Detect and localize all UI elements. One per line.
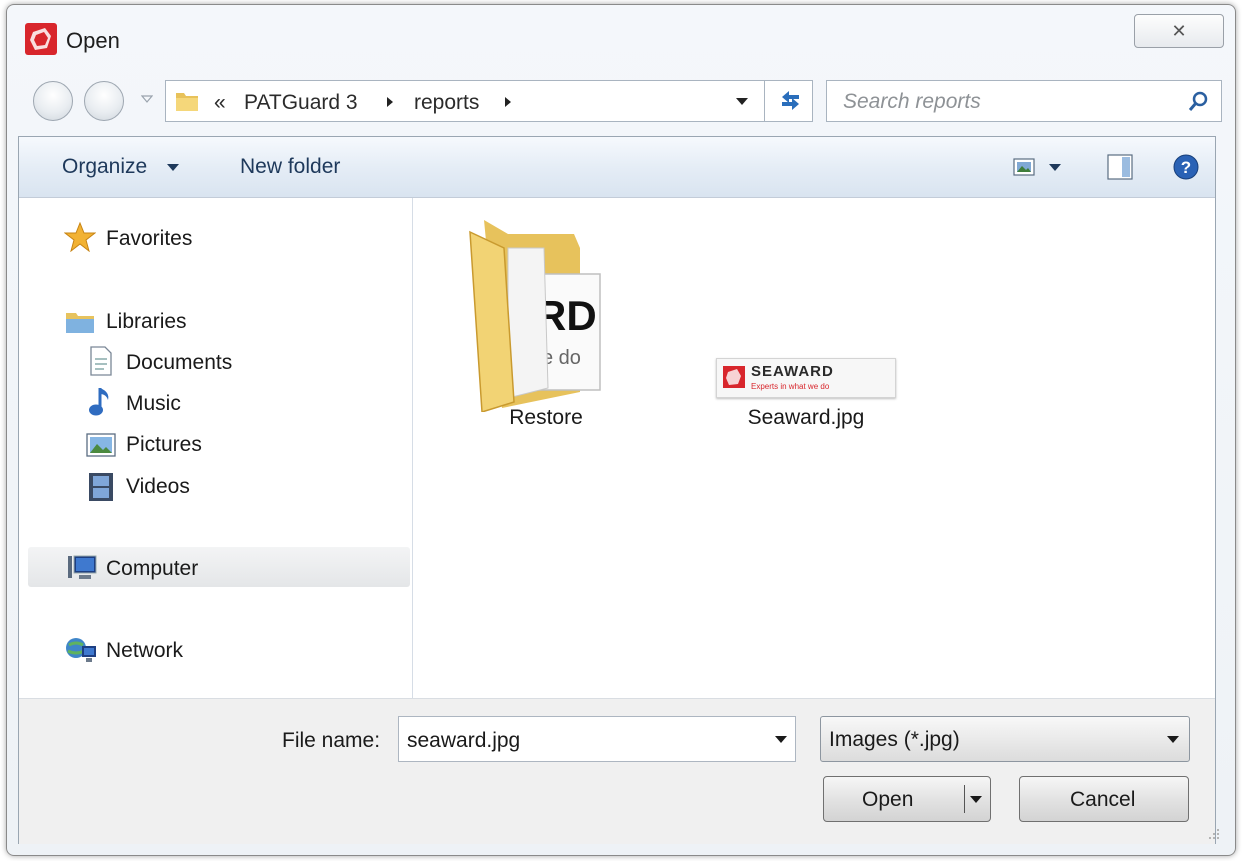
nav-pictures[interactable]: Pictures: [126, 433, 202, 457]
file-item-restore[interactable]: RD e do Restore: [460, 208, 630, 438]
breadcrumb-reports[interactable]: reports: [414, 91, 479, 115]
cancel-button[interactable]: Cancel: [1019, 776, 1189, 822]
change-view-icon[interactable]: [1013, 157, 1035, 177]
open-split-divider: [964, 785, 965, 813]
star-icon: [64, 222, 96, 252]
file-type-select[interactable]: Images (*.jpg): [820, 716, 1190, 762]
file-type-dropdown-icon[interactable]: [1167, 736, 1179, 744]
libraries-icon: [66, 313, 94, 333]
file-name-restore[interactable]: Restore: [484, 406, 608, 430]
cancel-button-label: Cancel: [1070, 788, 1136, 811]
forward-button[interactable]: [84, 81, 124, 121]
seaward-logo-tagline: Experts in what we do: [751, 382, 830, 391]
refresh-icon: [781, 91, 799, 110]
file-item-seaward[interactable]: SEAWARD Experts in what we do Seaward.jp…: [712, 356, 902, 442]
nav-favorites[interactable]: Favorites: [106, 227, 192, 251]
videos-icon: [89, 473, 113, 501]
resize-grip-icon[interactable]: [1206, 826, 1220, 840]
music-icon: [89, 388, 109, 416]
breadcrumb-overflow[interactable]: «: [214, 91, 226, 115]
address-bar[interactable]: « PATGuard 3 reports: [165, 80, 765, 122]
pictures-icon: [86, 433, 116, 457]
seaward-logo-text: SEAWARD: [751, 363, 834, 380]
search-placeholder[interactable]: Search reports: [843, 90, 981, 114]
refresh-button[interactable]: [765, 80, 813, 122]
search-box[interactable]: Search reports: [826, 80, 1222, 122]
documents-icon: [90, 346, 112, 376]
computer-icon: [68, 555, 97, 579]
folder-icon: RD e do: [469, 220, 601, 412]
nav-music[interactable]: Music: [126, 392, 181, 416]
file-type-value[interactable]: Images (*.jpg): [829, 728, 960, 752]
view-dropdown-icon[interactable]: [1049, 164, 1061, 172]
file-name-field[interactable]: seaward.jpg: [398, 716, 796, 762]
network-icon: [66, 638, 96, 662]
file-name-dropdown-icon[interactable]: [775, 736, 787, 744]
seaward-thumbnail: SEAWARD Experts in what we do: [716, 358, 896, 398]
close-button[interactable]: ✕: [1134, 14, 1224, 48]
nav-libraries[interactable]: Libraries: [106, 310, 187, 334]
breadcrumb-patguard[interactable]: PATGuard 3: [244, 91, 358, 115]
new-folder-button[interactable]: New folder: [240, 155, 340, 179]
svg-text:?: ?: [1181, 158, 1191, 177]
search-icon[interactable]: [1187, 91, 1209, 113]
command-toolbar: Organize New folder ?: [19, 137, 1215, 198]
help-icon[interactable]: ?: [1173, 154, 1199, 180]
address-dropdown-icon[interactable]: [736, 98, 748, 106]
file-name-value[interactable]: seaward.jpg: [407, 729, 520, 753]
nav-videos[interactable]: Videos: [126, 475, 190, 499]
file-name-label: File name:: [282, 729, 381, 752]
close-icon: ✕: [1171, 20, 1187, 41]
breadcrumb-arrow-icon[interactable]: [386, 96, 394, 108]
back-button[interactable]: [33, 81, 73, 121]
preview-pane-icon[interactable]: [1107, 154, 1133, 180]
window-title: Open: [66, 28, 120, 53]
app-icon: [25, 23, 57, 55]
open-button-label: Open: [862, 788, 914, 811]
breadcrumb-arrow-icon[interactable]: [504, 96, 512, 108]
file-name-seaward[interactable]: Seaward.jpg: [724, 406, 888, 430]
open-split-dropdown-icon[interactable]: [970, 796, 982, 803]
nav-network[interactable]: Network: [106, 639, 183, 663]
open-button[interactable]: Open: [823, 776, 991, 822]
organize-menu[interactable]: Organize: [62, 155, 147, 179]
recent-pages-dropdown-icon[interactable]: [141, 94, 153, 104]
navigation-pane: [19, 198, 413, 698]
nav-documents[interactable]: Documents: [126, 351, 232, 375]
folder-icon: [176, 93, 198, 111]
seaward-logo-icon: [723, 366, 745, 388]
nav-computer[interactable]: Computer: [106, 557, 198, 581]
organize-dropdown-icon[interactable]: [167, 164, 179, 172]
